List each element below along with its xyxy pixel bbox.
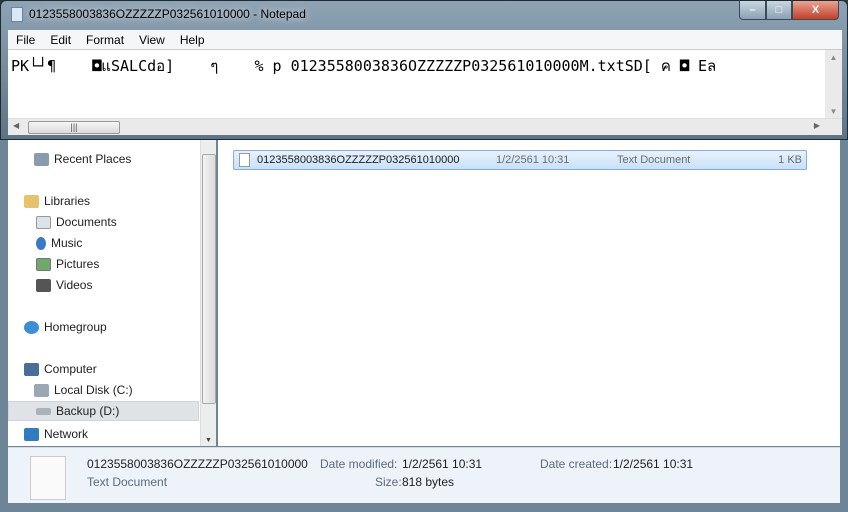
nav-label: Network [44, 427, 89, 441]
nav-label: Recent Places [54, 152, 132, 166]
nav-libraries[interactable]: Libraries [24, 191, 90, 211]
menu-edit[interactable]: Edit [42, 33, 78, 47]
created-label: Date created: [540, 457, 613, 471]
menu-format[interactable]: Format [78, 33, 131, 47]
menu-help[interactable]: Help [172, 33, 212, 47]
network-icon [24, 427, 39, 441]
nav-pictures[interactable]: Pictures [36, 254, 99, 274]
modified-label: Date modified: [320, 457, 398, 471]
scroll-thumb[interactable]: ||| [28, 121, 120, 134]
created-value: 1/2/2561 10:31 [613, 457, 694, 471]
vertical-scrollbar[interactable]: ▲ ▼ [825, 50, 842, 119]
nav-music[interactable]: Music [36, 233, 82, 253]
nav-label: Documents [56, 215, 117, 229]
horizontal-scrollbar[interactable]: ◀ ||| ▶ [8, 118, 842, 135]
notepad-window: 0123558003836OZZZZZP032561010000 - Notep… [0, 0, 848, 140]
file-size: 1 KB [778, 154, 802, 166]
file-date: 1/2/2561 10:31 [496, 154, 570, 166]
notepad-icon [11, 7, 23, 22]
window-title: 0123558003836OZZZZZP032561010000 - Notep… [29, 7, 306, 21]
nav-network[interactable]: Network [24, 424, 88, 444]
close-button[interactable]: X [792, 1, 839, 20]
videos-icon [36, 278, 51, 292]
drive-icon [36, 407, 51, 415]
text-editor[interactable]: PK└┘¶ ◘แSALCdอ] ๆ % p 0123558003836OZZZZ… [8, 49, 842, 119]
details-name: 0123558003836OZZZZZP032561010000 [87, 457, 308, 471]
music-icon [36, 236, 46, 250]
pictures-icon [36, 257, 51, 271]
explorer-window: Recent Places Libraries Documents Music … [0, 130, 848, 512]
maximize-button[interactable]: □ [766, 1, 792, 20]
modified-value: 1/2/2561 10:31 [402, 457, 483, 471]
nav-homegroup[interactable]: Homegroup [24, 317, 107, 337]
scroll-thumb[interactable] [202, 154, 216, 404]
nav-videos[interactable]: Videos [36, 275, 92, 295]
nav-scrollbar[interactable]: ▼ [200, 140, 216, 446]
nav-recent-places[interactable]: Recent Places [34, 149, 131, 169]
scroll-down-icon[interactable]: ▼ [825, 107, 842, 116]
recent-places-icon [34, 152, 49, 166]
nav-label: Local Disk (C:) [54, 383, 133, 397]
menu-view[interactable]: View [131, 33, 172, 47]
nav-label: Computer [44, 362, 97, 376]
file-thumbnail-icon [30, 456, 66, 500]
size-value: 818 bytes [402, 475, 455, 489]
nav-label: Pictures [56, 257, 100, 271]
text-content: PK└┘¶ ◘แSALCdอ] ๆ % p 0123558003836OZZZZ… [11, 57, 717, 75]
nav-computer[interactable]: Computer [24, 359, 97, 379]
scroll-left-icon[interactable]: ◀ [13, 121, 19, 130]
file-type: Text Document [617, 154, 691, 166]
nav-label: Libraries [44, 194, 91, 208]
computer-icon [24, 362, 39, 376]
scroll-up-icon[interactable]: ▲ [825, 53, 842, 62]
scroll-down-icon[interactable]: ▼ [205, 437, 212, 444]
menu-bar: File Edit Format View Help [8, 30, 842, 49]
nav-documents[interactable]: Documents [36, 212, 117, 232]
file-row[interactable]: 0123558003836OZZZZZP032561010000 1/2/256… [233, 150, 807, 170]
documents-icon [36, 215, 51, 229]
size-label: Size: [375, 475, 402, 489]
scroll-right-icon[interactable]: ▶ [814, 121, 820, 130]
menu-file[interactable]: File [8, 33, 42, 47]
minimize-button[interactable]: – [739, 1, 766, 20]
nav-label: Music [51, 236, 83, 250]
details-type: Text Document [87, 475, 168, 489]
file-name: 0123558003836OZZZZZP032561010000 [257, 154, 460, 166]
nav-label: Videos [56, 278, 93, 292]
text-file-icon [239, 153, 250, 167]
details-pane: 0123558003836OZZZZZP032561010000 Text Do… [8, 447, 840, 503]
nav-local-disk[interactable]: Local Disk (C:) [34, 380, 133, 400]
libraries-icon [24, 194, 39, 208]
file-list: 0123558003836OZZZZZP032561010000 1/2/256… [218, 140, 840, 446]
nav-label: Backup (D:) [56, 404, 120, 418]
homegroup-icon [24, 320, 39, 334]
drive-icon [34, 383, 49, 397]
navigation-pane: Recent Places Libraries Documents Music … [8, 140, 200, 446]
nav-label: Homegroup [44, 320, 107, 334]
nav-backup-drive[interactable]: Backup (D:) [8, 401, 199, 421]
